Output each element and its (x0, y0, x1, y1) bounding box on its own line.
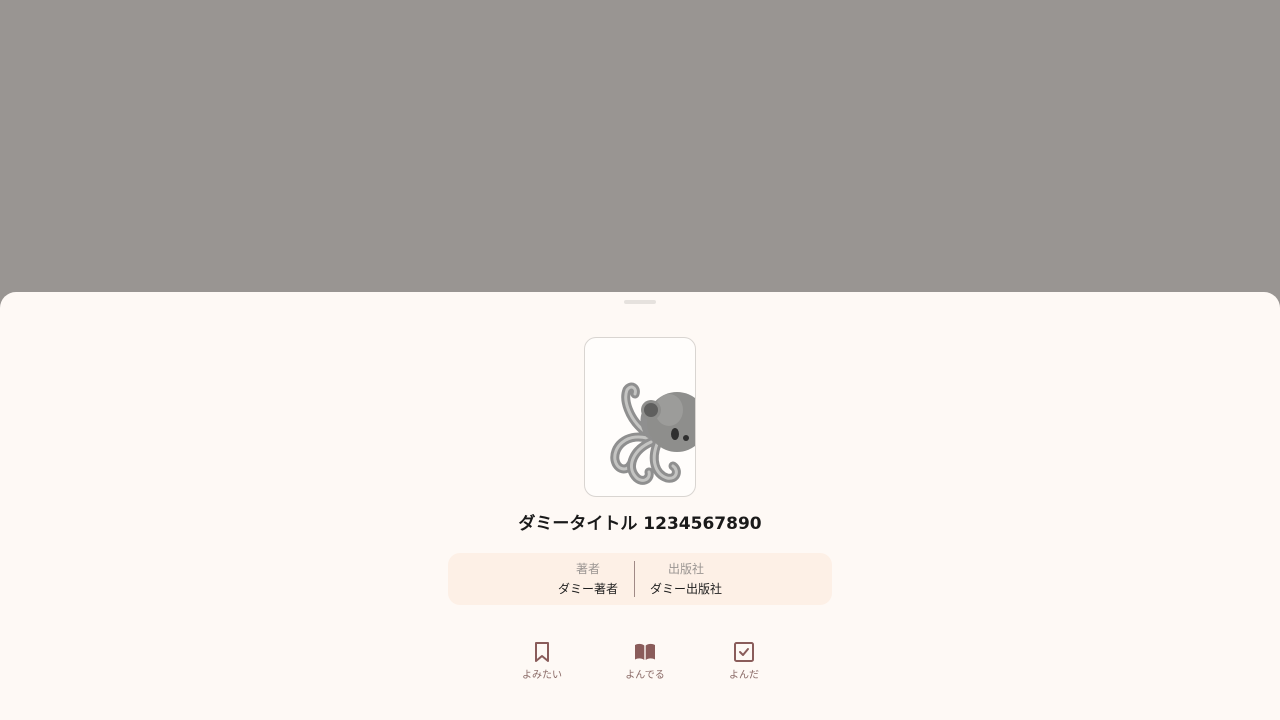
book-detail-sheet: ダミータイトル 1234567890 著者 ダミー著者 出版社 ダミー出版社 よ… (0, 292, 1280, 720)
reading-button[interactable]: よんでる (609, 640, 681, 686)
meta-divider (634, 561, 635, 597)
checkbox-icon (734, 642, 754, 662)
publisher-label: 出版社 (667, 562, 704, 576)
publisher-value: ダミー出版社 (649, 582, 722, 596)
reading-label: よんでる (625, 670, 665, 681)
want-to-read-button[interactable]: よみたい (506, 640, 578, 686)
author-field: 著者 ダミー著者 (548, 553, 628, 605)
publisher-field: 出版社 ダミー出版社 (644, 553, 728, 605)
octopus-icon (610, 382, 695, 485)
read-label: よんだ (729, 670, 759, 681)
book-title: ダミータイトル 1234567890 (518, 514, 762, 534)
read-button[interactable]: よんだ (708, 640, 780, 686)
author-value: ダミー著者 (557, 582, 618, 596)
book-meta-panel: 著者 ダミー著者 出版社 ダミー出版社 (448, 553, 832, 605)
want-to-read-label: よみたい (522, 670, 562, 681)
author-label: 著者 (575, 562, 600, 576)
open-book-icon (635, 643, 655, 660)
book-cover (584, 337, 696, 497)
sheet-grabber[interactable] (624, 300, 656, 304)
bookmark-icon (535, 642, 549, 662)
